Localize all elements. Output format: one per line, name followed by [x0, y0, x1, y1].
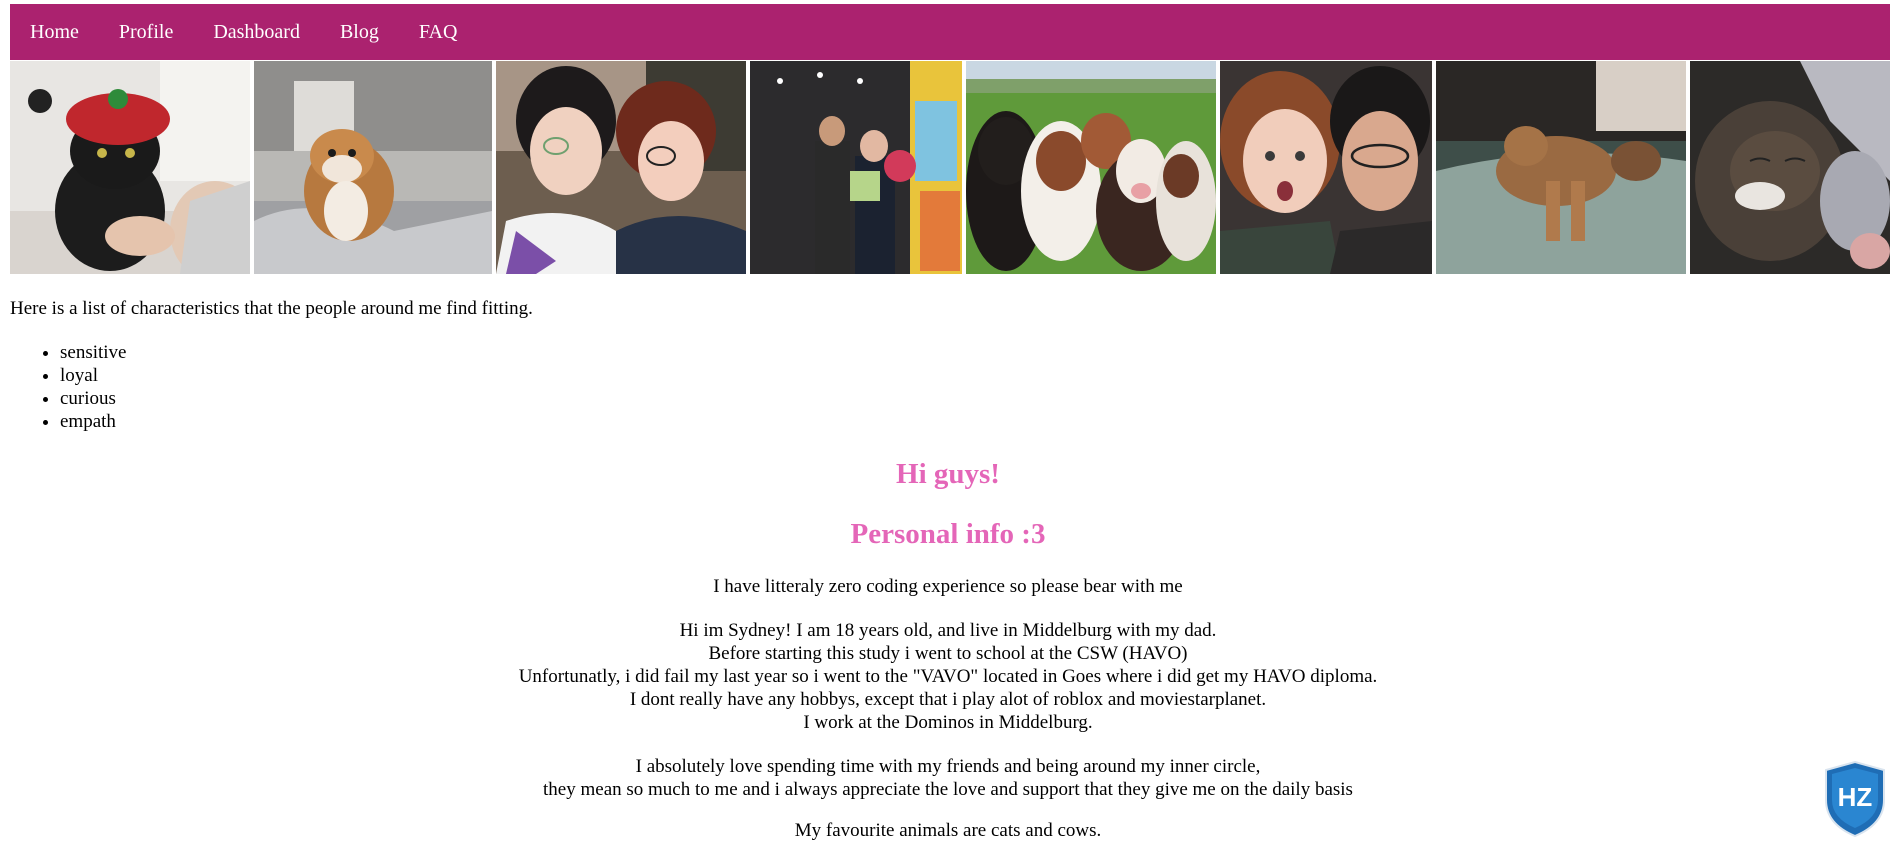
characteristics-intro: Here is a list of characteristics that t… [10, 298, 533, 319]
photo-cinema [750, 61, 962, 274]
photo-ginger-cat [1436, 61, 1686, 274]
page: Home Profile Dashboard Blog FAQ Here is … [0, 0, 1896, 845]
personal-info-heading: Personal info :3 [850, 518, 1046, 550]
nav-profile-link[interactable]: Profile [119, 21, 173, 44]
nav-dashboard-link[interactable]: Dashboard [213, 21, 300, 44]
navbar: Home Profile Dashboard Blog FAQ [10, 4, 1890, 60]
logo-text: HZ [1838, 782, 1873, 812]
nav-blog-link[interactable]: Blog [340, 21, 379, 44]
favourite-animals-paragraph: My favourite animals are cats and cows. [794, 820, 1102, 841]
nav-faq-link[interactable]: FAQ [419, 21, 458, 44]
photo-bulldog [254, 61, 492, 274]
about-line: Before starting this study i went to sch… [708, 643, 1188, 664]
photo-friends-selfie [496, 61, 746, 274]
list-item: sensitive [60, 341, 127, 364]
photo-gallery [10, 61, 1890, 274]
photo-black-cat [10, 61, 250, 274]
friends-paragraph: I absolutely love spending time with my … [0, 755, 1896, 801]
about-paragraph: Hi im Sydney! I am 18 years old, and liv… [0, 619, 1896, 734]
greeting-heading: Hi guys! [896, 458, 1000, 490]
about-line: Hi im Sydney! I am 18 years old, and liv… [679, 620, 1217, 641]
coding-experience-paragraph: I have litteraly zero coding experience … [713, 576, 1183, 597]
photo-tabby-cat [1690, 61, 1890, 274]
traits-list: sensitive loyal curious empath [10, 341, 127, 433]
about-line: Unfortunatly, i did fail my last year so… [518, 666, 1378, 687]
list-item: loyal [60, 364, 127, 387]
friends-line: I absolutely love spending time with my … [635, 756, 1261, 777]
about-line: I work at the Dominos in Middelburg. [803, 712, 1093, 733]
list-item: curious [60, 387, 127, 410]
about-line: I dont really have any hobbys, except th… [629, 689, 1267, 710]
list-item: empath [60, 410, 127, 433]
friends-line: they mean so much to me and i always app… [543, 779, 1353, 800]
nav-home-link[interactable]: Home [30, 21, 79, 44]
photo-cows [966, 61, 1216, 274]
photo-surprised-selfie [1220, 61, 1432, 274]
hz-logo[interactable]: HZ [1824, 760, 1886, 838]
